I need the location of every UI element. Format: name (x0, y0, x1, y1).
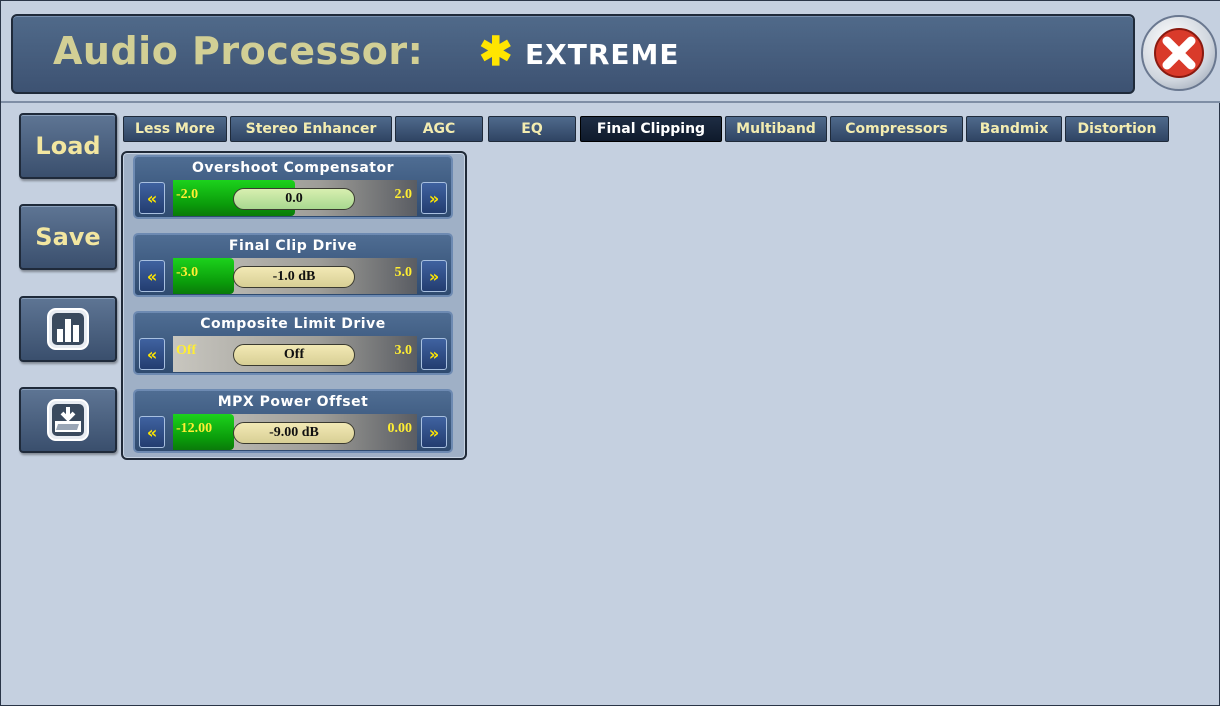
slider-max-label: 0.00 (387, 421, 413, 436)
slider-value: 0.0 (233, 188, 355, 210)
increase-button[interactable]: » (421, 260, 447, 292)
tab-final-clipping[interactable]: Final Clipping (580, 116, 722, 142)
tab-bandmix[interactable]: Bandmix (966, 116, 1062, 142)
control-mpx-power-offset: MPX Power Offset « -12.00 0.00 -9.00 dB … (133, 389, 453, 453)
header: Audio Processor: ✱ EXTREME (1, 1, 1220, 103)
tab-stereo-enhancer[interactable]: Stereo Enhancer (230, 116, 392, 142)
control-title: Final Clip Drive (228, 238, 358, 254)
slider-value: -1.0 dB (233, 266, 355, 288)
close-button[interactable] (1141, 15, 1217, 91)
control-title: Composite Limit Drive (200, 316, 386, 332)
tab-distortion[interactable]: Distortion (1065, 116, 1169, 142)
page-title: Audio Processor: (53, 29, 424, 73)
meters-button[interactable] (19, 296, 117, 362)
load-button-label: Load (35, 132, 101, 160)
tab-label: EQ (521, 121, 543, 137)
slider-max-label: 5.0 (394, 265, 413, 280)
slider-track[interactable]: -3.0 5.0 -1.0 dB (173, 258, 417, 294)
control-overshoot-compensator: Overshoot Compensator « -2.0 2.0 0.0 » (133, 155, 453, 219)
slider-max-label: 3.0 (394, 343, 413, 358)
preset-star-icon: ✱ (479, 30, 513, 74)
decrease-button[interactable]: « (139, 260, 165, 292)
save-button[interactable]: Save (19, 204, 117, 270)
tab-multiband[interactable]: Multiband (725, 116, 827, 142)
tab-label: Stereo Enhancer (245, 121, 377, 137)
save-button-label: Save (35, 223, 101, 251)
close-icon (1154, 28, 1204, 78)
tab-label: AGC (422, 121, 456, 137)
tab-less-more[interactable]: Less More (123, 116, 227, 142)
tab-agc[interactable]: AGC (395, 116, 483, 142)
folder-download-icon (47, 399, 89, 441)
tab-compressors[interactable]: Compressors (830, 116, 963, 142)
decrease-button[interactable]: « (139, 182, 165, 214)
load-button[interactable]: Load (19, 113, 117, 179)
slider-min-label: -12.00 (176, 421, 213, 436)
slider-track[interactable]: -12.00 0.00 -9.00 dB (173, 414, 417, 450)
increase-button[interactable]: » (421, 338, 447, 370)
tab-eq[interactable]: EQ (488, 116, 576, 142)
control-final-clip-drive: Final Clip Drive « -3.0 5.0 -1.0 dB » (133, 233, 453, 297)
increase-button[interactable]: » (421, 182, 447, 214)
slider-value: -9.00 dB (233, 422, 355, 444)
slider-track[interactable]: -2.0 2.0 0.0 (173, 180, 417, 216)
tab-label: Less More (135, 121, 215, 137)
bar-chart-icon (47, 308, 89, 350)
decrease-button[interactable]: « (139, 416, 165, 448)
increase-button[interactable]: » (421, 416, 447, 448)
control-title: MPX Power Offset (217, 394, 369, 410)
tab-label: Compressors (845, 121, 948, 137)
final-clipping-panel: Overshoot Compensator « -2.0 2.0 0.0 » F… (121, 151, 467, 460)
control-title: Overshoot Compensator (192, 160, 394, 176)
slider-value: Off (233, 344, 355, 366)
title-bar: Audio Processor: ✱ EXTREME (11, 14, 1135, 94)
import-button[interactable] (19, 387, 117, 453)
slider-max-label: 2.0 (394, 187, 413, 202)
tab-label: Distortion (1077, 121, 1157, 137)
tab-label: Final Clipping (596, 121, 706, 137)
tab-label: Multiband (736, 121, 816, 137)
preset-name: EXTREME (525, 38, 680, 71)
slider-min-label: -2.0 (176, 187, 199, 202)
app-window: Audio Processor: ✱ EXTREME Load Save Les… (0, 0, 1220, 706)
control-composite-limit-drive: Composite Limit Drive « Off 3.0 Off » (133, 311, 453, 375)
slider-min-label: Off (176, 343, 197, 358)
decrease-button[interactable]: « (139, 338, 165, 370)
slider-min-label: -3.0 (176, 265, 199, 280)
tab-label: Bandmix (979, 121, 1049, 137)
slider-track[interactable]: Off 3.0 Off (173, 336, 417, 372)
